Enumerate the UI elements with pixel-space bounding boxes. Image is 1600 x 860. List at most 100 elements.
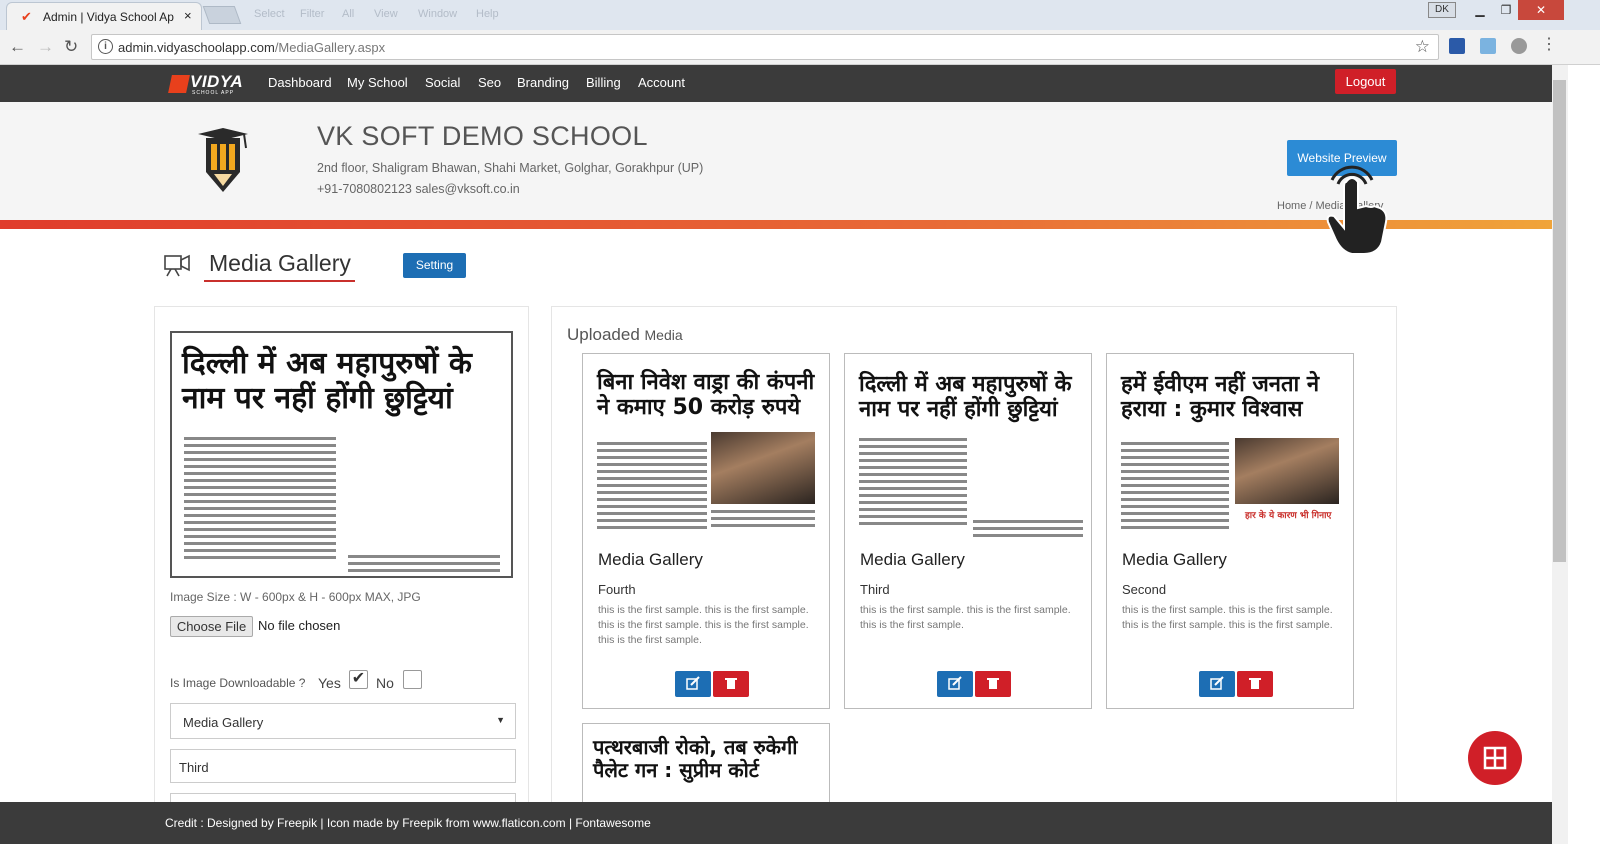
delete-button[interactable] (1237, 671, 1273, 697)
nav-dashboard[interactable]: Dashboard (268, 75, 332, 90)
favicon-icon: ✔ (21, 9, 32, 24)
extension-globe-icon[interactable] (1511, 38, 1527, 54)
logo[interactable]: VIDYA SCHOOL APP (168, 72, 244, 96)
setting-button[interactable]: Setting (403, 253, 466, 278)
category-select-value: Media Gallery (183, 715, 264, 730)
close-window-icon[interactable]: ✕ (1518, 0, 1564, 20)
url-path: /MediaGallery.aspx (274, 40, 386, 55)
ghost-menu-item: All (342, 8, 355, 20)
choose-file-button[interactable]: Choose File (170, 616, 253, 637)
card-headline: बिना निवेश वाड्रा की कंपनी ने कमाए 50 कर… (597, 370, 815, 421)
delete-button[interactable] (975, 671, 1011, 697)
preview-text-lines (184, 437, 336, 563)
file-status: No file chosen (258, 618, 341, 633)
media-card-image: पत्थरबाजी रोको, तब रुकेगी पैलेट गन : सुप… (589, 730, 825, 802)
extension-icon[interactable] (1480, 38, 1496, 54)
card-photo (711, 432, 815, 504)
school-name: VK SOFT DEMO SCHOOL (317, 121, 648, 151)
nav-my-school[interactable]: My School (347, 75, 408, 90)
card-headline: पत्थरबाजी रोको, तब रुकेगी पैलेट गन : सुप… (593, 735, 798, 782)
grid-menu-button[interactable] (1468, 731, 1522, 785)
school-address: 2nd floor, Shaligram Bhawan, Shahi Marke… (317, 161, 704, 175)
card-title: Media Gallery (598, 550, 703, 569)
yes-label: Yes (318, 675, 341, 691)
section-title: Media Gallery (209, 250, 351, 276)
media-card-image: बिना निवेश वाड्रा की कंपनी ने कमाए 50 कर… (589, 360, 825, 540)
nav-seo[interactable]: Seo (478, 75, 501, 90)
minimize-icon[interactable]: ▁ (1466, 0, 1494, 20)
trash-icon (725, 678, 737, 689)
profile-badge[interactable]: DK (1428, 2, 1456, 18)
trash-icon (1249, 678, 1261, 689)
chevron-down-icon: ▼ (496, 715, 505, 725)
edit-icon (948, 676, 962, 690)
card-subtitle: Second (1122, 582, 1167, 597)
uploaded-heading-text: Uploaded (567, 325, 640, 344)
card-description: this is the first sample. this is the fi… (860, 604, 1071, 631)
tab-title: Admin | Vidya School Ap (43, 10, 174, 24)
edit-icon (1210, 676, 1224, 690)
card-title: Media Gallery (860, 550, 965, 569)
menu-dots-icon[interactable]: ⋮ (1541, 37, 1557, 54)
trash-icon (987, 678, 999, 689)
info-icon[interactable]: i (98, 39, 113, 54)
nav-account[interactable]: Account (638, 75, 685, 90)
card-description: this is the first sample. this is the fi… (598, 604, 809, 646)
ghost-menu-item: Window (418, 8, 458, 20)
extension-icon[interactable] (1449, 38, 1465, 54)
browser-tab[interactable]: ✔ Admin | Vidya School Ap × (6, 2, 202, 30)
nav-billing[interactable]: Billing (586, 75, 621, 90)
media-card: हमें ईवीएम नहीं जनता ने हराया : कुमार वि… (1106, 353, 1354, 709)
card-title: Media Gallery (1122, 550, 1227, 569)
school-contact: +91-7080802123 sales@vksoft.co.in (317, 182, 520, 196)
media-card-image: दिल्ली में अब महापुरुषों के नाम पर नहीं … (851, 360, 1087, 540)
preview-headline: दिल्ली में अब महापुरुषों के नाम पर नहीं … (182, 346, 472, 416)
delete-button[interactable] (713, 671, 749, 697)
top-navbar: VIDYA SCHOOL APP Dashboard My School Soc… (0, 65, 1552, 102)
header-stripe (0, 220, 1552, 229)
uploaded-heading-small: Media (644, 327, 683, 343)
media-card-image: हमें ईवीएम नहीं जनता ने हराया : कुमार वि… (1113, 360, 1349, 540)
downloadable-label: Is Image Downloadable ? (170, 676, 306, 690)
edit-button[interactable] (937, 671, 973, 697)
nav-social[interactable]: Social (425, 75, 460, 90)
card-text-lines (1121, 442, 1229, 533)
category-select[interactable]: Media Gallery ▼ (170, 703, 516, 739)
bookmark-star-icon[interactable]: ☆ (1415, 37, 1430, 57)
close-tab-icon[interactable]: × (184, 8, 192, 23)
school-logo-icon (198, 128, 248, 192)
footer: Credit : Designed by Freepik | Icon made… (0, 802, 1552, 844)
card-headline: दिल्ली में अब महापुरुषों के नाम पर नहीं … (859, 372, 1072, 423)
scrollbar-thumb[interactable] (1553, 80, 1566, 562)
logo-text: VIDYA (190, 72, 244, 91)
edit-button[interactable] (1199, 671, 1235, 697)
uploaded-heading: Uploaded Media (567, 325, 683, 345)
grid-icon (1483, 746, 1507, 770)
nav-branding[interactable]: Branding (517, 75, 569, 90)
image-preview: दिल्ली में अब महापुरुषों के नाम पर नहीं … (170, 331, 513, 578)
ghost-menu-item: View (374, 8, 398, 20)
card-text-lines (859, 438, 967, 529)
forward-icon[interactable]: → (37, 37, 54, 57)
back-icon[interactable]: ← (9, 37, 26, 57)
hand-pointer-icon (1326, 165, 1388, 255)
no-label: No (376, 675, 394, 691)
logout-button[interactable]: Logout (1335, 69, 1396, 94)
subtitle-input[interactable]: Third (170, 749, 516, 783)
card-text-lines (711, 510, 815, 531)
maximize-icon[interactable]: ❐ (1492, 0, 1520, 20)
card-text-lines (973, 520, 1083, 540)
url-text: admin.vidyaschoolapp.com/MediaGallery.as… (118, 40, 385, 55)
reload-icon[interactable]: ↻ (64, 37, 78, 57)
no-checkbox[interactable] (403, 670, 422, 689)
edit-button[interactable] (675, 671, 711, 697)
ghost-menu-item: Filter (300, 8, 325, 20)
yes-checkbox[interactable]: ✔ (349, 670, 368, 689)
card-headline: हमें ईवीएम नहीं जनता ने हराया : कुमार वि… (1121, 372, 1320, 423)
new-tab-button[interactable] (202, 6, 242, 24)
address-toolbar: ← → ↻ i admin.vidyaschoolapp.com/MediaGa… (0, 30, 1600, 65)
edit-icon (686, 676, 700, 690)
url-bar[interactable]: i admin.vidyaschoolapp.com/MediaGallery.… (91, 34, 1439, 60)
card-text-lines (597, 442, 707, 533)
media-gallery-icon (164, 254, 190, 277)
